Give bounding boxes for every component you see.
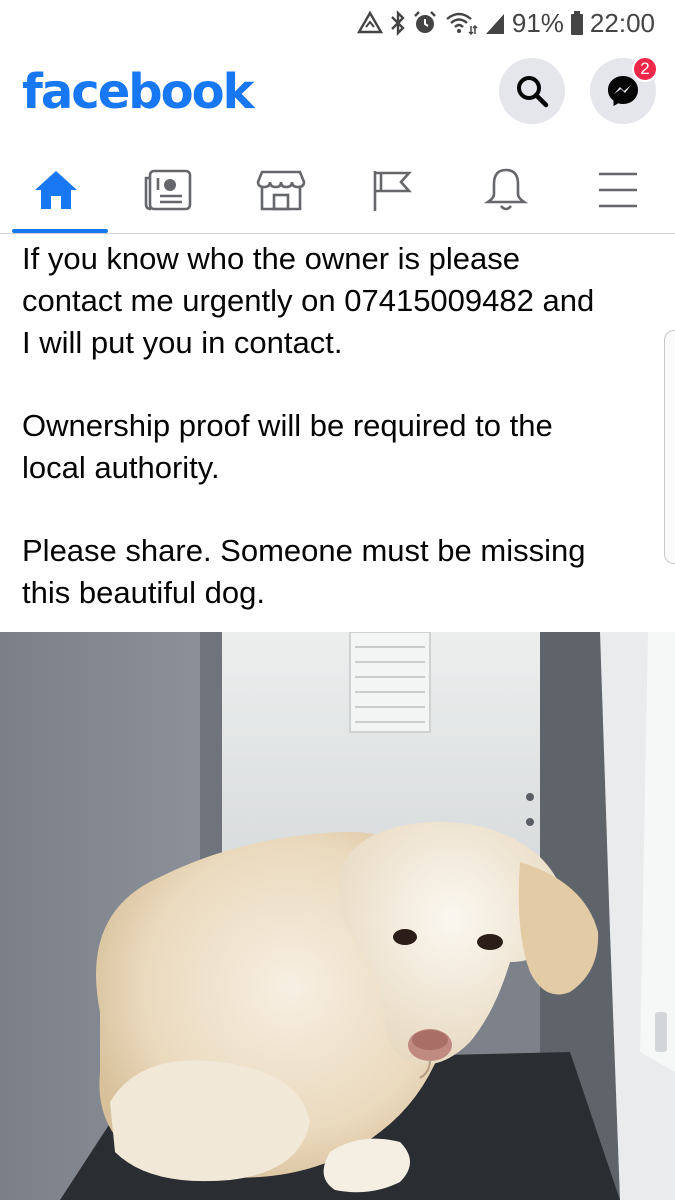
alarm-icon xyxy=(414,11,436,33)
tab-news[interactable] xyxy=(118,146,218,233)
bell-icon xyxy=(484,168,528,210)
search-button[interactable] xyxy=(499,58,565,124)
dog-photo-illustration xyxy=(0,632,675,1200)
post-line: contact me urgently on 07415009482 and xyxy=(22,283,595,318)
app-header: facebook 2 xyxy=(0,46,675,146)
tab-notifications[interactable] xyxy=(456,146,556,233)
battery-icon xyxy=(570,11,583,35)
post-photo[interactable] xyxy=(0,632,675,1200)
scroll-indicator[interactable] xyxy=(664,330,675,564)
tab-marketplace[interactable] xyxy=(231,146,331,233)
hamburger-menu-icon xyxy=(599,172,637,207)
post-paragraph: Ownership proof will be required to the … xyxy=(22,405,662,489)
shop-icon xyxy=(256,170,306,210)
search-icon xyxy=(517,76,549,108)
newspaper-icon xyxy=(144,169,192,210)
status-bar: 91% 22:00 xyxy=(0,0,675,46)
wifi-icon xyxy=(446,12,478,36)
battery-level: 91% xyxy=(511,7,564,38)
tab-pages[interactable] xyxy=(343,146,443,233)
tab-home[interactable] xyxy=(6,146,108,233)
signal-icon xyxy=(485,14,504,34)
data-sync-icon xyxy=(356,10,383,34)
post-line: Ownership proof will be required to the xyxy=(22,408,553,443)
post-paragraph: Please share. Someone must be missing th… xyxy=(22,530,662,614)
facebook-logo[interactable]: facebook xyxy=(22,64,255,120)
main-navigation xyxy=(0,146,675,234)
post-paragraph: If you know who the owner is please cont… xyxy=(22,238,662,364)
messenger-badge: 2 xyxy=(632,56,658,82)
post-line: local authority. xyxy=(22,450,220,485)
flag-icon xyxy=(373,170,412,211)
post-text: If you know who the owner is please cont… xyxy=(22,238,662,614)
post-line: If you know who the owner is please xyxy=(22,241,520,276)
bluetooth-icon xyxy=(391,10,405,36)
clock: 22:00 xyxy=(589,7,655,38)
home-icon xyxy=(35,170,77,209)
post-line: Please share. Someone must be missing xyxy=(22,533,586,568)
messenger-button[interactable]: 2 xyxy=(590,56,658,124)
post-line: I will put you in contact. xyxy=(22,325,343,360)
tab-menu[interactable] xyxy=(568,146,668,233)
post-line: this beautiful dog. xyxy=(22,575,266,610)
